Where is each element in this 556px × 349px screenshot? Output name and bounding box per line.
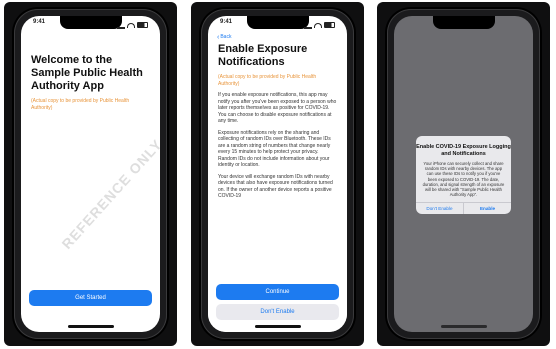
- home-indicator: [67, 325, 114, 328]
- get-started-button[interactable]: Get Started: [29, 290, 152, 306]
- exposure-body: If you enable exposure notifications, th…: [218, 92, 337, 200]
- scroll-fade: [208, 260, 347, 280]
- phone-frame-3: Enable COVID-19 Exposure Logging and Not…: [387, 9, 540, 339]
- body-paragraph-3: Your device will exchange random IDs wit…: [218, 173, 333, 200]
- phone-frame-1: 9:41 Welcome to the Sample Public Health…: [14, 9, 167, 339]
- exposure-content: Enable Exposure Notifications (Actual co…: [218, 43, 337, 205]
- alert-actions: Don't Enable Enable: [416, 202, 511, 214]
- chevron-left-icon: ‹: [217, 33, 220, 41]
- welcome-content: Welcome to the Sample Public Health Auth…: [31, 54, 150, 112]
- battery-icon: [137, 22, 148, 28]
- welcome-title: Welcome to the Sample Public Health Auth…: [31, 54, 143, 92]
- alert-dont-enable-button[interactable]: Don't Enable: [416, 203, 463, 214]
- signal-icon: [117, 22, 125, 29]
- back-label: Back: [220, 34, 232, 40]
- status-time: 9:41: [33, 19, 46, 25]
- phone-panel-3: Enable COVID-19 Exposure Logging and Not…: [377, 2, 550, 346]
- wifi-icon: [127, 22, 135, 28]
- battery-icon: [324, 22, 335, 28]
- dont-enable-button[interactable]: Don't Enable: [216, 304, 339, 320]
- home-indicator: [254, 325, 301, 328]
- permission-alert: Enable COVID-19 Exposure Logging and Not…: [416, 136, 511, 214]
- back-button[interactable]: ‹ Back: [217, 33, 232, 41]
- status-icons: [117, 19, 148, 31]
- wifi-icon: [314, 22, 322, 28]
- alert-title: Enable COVID-19 Exposure Logging and Not…: [416, 144, 511, 157]
- exposure-title: Enable Exposure Notifications: [218, 43, 308, 68]
- status-bar: 9:41: [21, 19, 160, 31]
- phone-panel-2: 9:41 ‹ Back Enable Exposure Notification…: [191, 2, 364, 346]
- permission-screen: Enable COVID-19 Exposure Logging and Not…: [394, 16, 533, 332]
- welcome-screen: 9:41 Welcome to the Sample Public Health…: [21, 16, 160, 332]
- mockup-stage: 9:41 Welcome to the Sample Public Health…: [0, 0, 556, 349]
- alert-message: Your iPhone can securely collect and sha…: [422, 161, 505, 198]
- phone-frame-2: 9:41 ‹ Back Enable Exposure Notification…: [201, 9, 354, 339]
- copy-note: (Actual copy to be provided by Public He…: [218, 74, 317, 87]
- phone-panel-1: 9:41 Welcome to the Sample Public Health…: [4, 2, 177, 346]
- exposure-screen: 9:41 ‹ Back Enable Exposure Notification…: [208, 16, 347, 332]
- home-indicator: [440, 325, 487, 328]
- alert-enable-button[interactable]: Enable: [463, 203, 511, 214]
- continue-button[interactable]: Continue: [216, 284, 339, 300]
- status-bar: 9:41: [208, 19, 347, 31]
- body-paragraph-1: If you enable exposure notifications, th…: [218, 92, 337, 124]
- status-time: 9:41: [220, 19, 233, 25]
- body-paragraph-2: Exposure notifications rely on the shari…: [218, 129, 331, 169]
- copy-note: (Actual copy to be provided by Public He…: [31, 98, 130, 111]
- signal-icon: [304, 22, 312, 29]
- status-icons: [304, 19, 335, 31]
- reference-watermark: REFERENCE ONLY: [58, 135, 160, 253]
- notch: [432, 16, 495, 29]
